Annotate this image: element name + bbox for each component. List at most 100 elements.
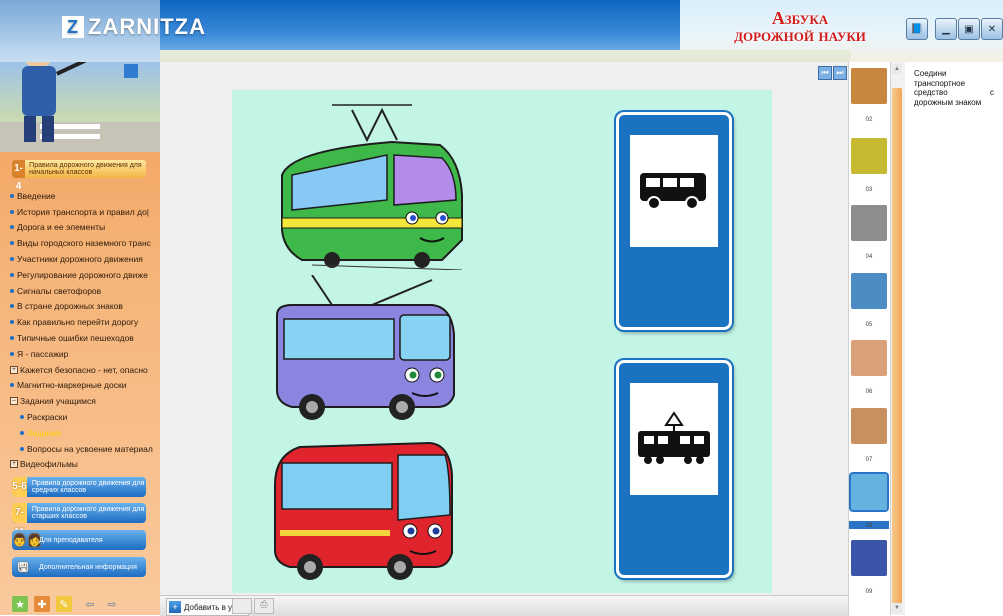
book-icon: 📘 (910, 23, 924, 35)
toolbar-blank-button[interactable] (232, 598, 252, 614)
tram-stop-sign-plate (630, 383, 718, 495)
trolleybus-vehicle[interactable] (272, 275, 472, 425)
book-button[interactable]: 📘 (906, 18, 928, 40)
sidebar-item-label: В стране дорожных знаков (17, 301, 123, 312)
notes-line: Соедини (914, 69, 947, 78)
slide-thumbnail[interactable] (851, 68, 887, 104)
tram-vehicle[interactable] (272, 100, 472, 270)
sidebar-item[interactable]: + Видеофильмы (10, 457, 155, 473)
slide-thumbnail-number: 09 (865, 589, 873, 595)
star-icon: ★ (15, 598, 25, 611)
sidebar-item[interactable]: Введение (10, 188, 155, 204)
maximize-button[interactable]: ▣ (958, 18, 980, 40)
note-icon: ✎ (59, 598, 69, 611)
bullet-icon (20, 430, 24, 435)
slide-thumbnail[interactable] (851, 205, 887, 241)
slide-thumbnail[interactable] (851, 540, 887, 576)
block-label: Правила дорожного движения для средних к… (31, 480, 145, 494)
first-page-button[interactable]: ⏮ (818, 66, 832, 80)
toolbar-print-button[interactable]: ⎙ (254, 598, 274, 614)
maximize-icon: ▣ (964, 23, 974, 35)
last-page-icon: ⏭ (836, 68, 844, 77)
bullet-icon (10, 304, 14, 309)
sidebar-item[interactable]: Типичные ошибки пешеходов (10, 330, 155, 346)
star-button[interactable]: ★ (12, 596, 28, 612)
sidebar-item[interactable]: Дорога и ее элементы (10, 220, 155, 236)
mascot-illustration (0, 36, 160, 152)
slide-thumbnail[interactable] (851, 340, 887, 376)
sidebar-item[interactable]: Вопросы на усвоение материал (10, 441, 155, 457)
slide-thumbnail-number: 08 (865, 523, 873, 529)
app-title: Азбука дорожной науки (690, 9, 910, 44)
bus-stop-sign[interactable] (616, 112, 732, 330)
block-5-6-button[interactable]: 5-6 Правила дорожного движения для средн… (12, 477, 146, 497)
block-7-11-button[interactable]: 7-11 Правила дорожного движения для стар… (12, 503, 146, 538)
minimize-button[interactable]: ▁ (935, 18, 957, 40)
close-button[interactable]: ✕ (981, 18, 1003, 40)
sidebar-item-label: Типичные ошибки пешеходов (17, 333, 134, 344)
sidebar-item[interactable]: В стране дорожных знаков (10, 299, 155, 315)
slide-thumbnail[interactable] (851, 138, 887, 174)
ribbon-icon: ✚ (37, 598, 47, 611)
ribbon-button[interactable]: ✚ (34, 596, 50, 612)
scroll-up-button[interactable]: ▲ (892, 64, 902, 74)
block-num: 5-6 (12, 477, 27, 497)
note-button[interactable]: ✎ (56, 596, 72, 612)
sidebar-item[interactable]: – Задания учащимся (10, 393, 155, 409)
bullet-icon (10, 209, 14, 214)
sidebar-item[interactable]: Регулирование дорожного движе (10, 267, 155, 283)
notes-text: Соедини транспортное средство с дорожным… (914, 69, 994, 107)
notes-panel (905, 62, 1003, 615)
sidebar-item-label: Дорога и ее элементы (17, 222, 106, 233)
bus-vehicle[interactable] (270, 435, 470, 585)
brand-logo-mark: Z (62, 16, 84, 38)
scroll-down-icon: ▼ (894, 605, 900, 611)
notes-line: дорожным знаком (914, 97, 982, 107)
sidebar-item[interactable]: Раскраски (10, 409, 155, 425)
sidebar-item-label: Виды городского наземного транс (17, 238, 151, 249)
bullet-icon (20, 446, 24, 451)
bullet-icon (10, 383, 14, 388)
tram-icon (638, 411, 710, 464)
slide-thumbnail[interactable] (851, 408, 887, 444)
sidebar-item[interactable]: Как правильно перейти дорогу (10, 314, 155, 330)
expand-toggle-icon: + (10, 365, 18, 374)
back-button[interactable]: ⇦ (82, 596, 98, 612)
tram-stop-sign[interactable] (616, 360, 732, 578)
brand-logo: Z ZARNITZA (62, 14, 206, 40)
teacher-button[interactable]: 👨‍👩 Для преподавателя (12, 530, 146, 550)
block-label: Правила дорожного движения для старших к… (31, 506, 145, 520)
forward-arrow-icon: ⇨ (107, 598, 117, 611)
slide-thumbnail[interactable] (851, 273, 887, 309)
block-num: 7-11 (12, 503, 27, 538)
section-badge-1-4[interactable]: 1-4 Правила дорожного движения для начал… (12, 160, 146, 192)
bullet-icon (10, 241, 14, 246)
notes-line: транспортное (914, 78, 966, 88)
sidebar-item[interactable]: Магнитно-маркерные доски (10, 378, 155, 394)
sidebar-item-label: Видеофильмы (20, 459, 78, 470)
sidebar-item-label: Регулирование дорожного движе (17, 269, 148, 280)
scroll-down-button[interactable]: ▼ (892, 603, 902, 613)
sidebar-item[interactable]: Задания (10, 425, 155, 441)
sidebar-item-label: Я - пассажир (17, 348, 69, 359)
forward-button[interactable]: ⇨ (104, 596, 120, 612)
sidebar-item[interactable]: Я - пассажир (10, 346, 155, 362)
bullet-icon (10, 193, 14, 198)
extra-info-button[interactable]: 🖫 Дополнительная информация (12, 557, 146, 577)
first-page-icon: ⏮ (821, 68, 829, 77)
scrollbar-thumb[interactable] (892, 88, 902, 608)
section-badge-label: Правила дорожного движения для начальных… (29, 162, 142, 176)
sidebar-item[interactable]: + Кажется безопасно - нет, опасно (10, 362, 155, 378)
slide-thumbnail[interactable] (849, 472, 889, 512)
sidebar-item[interactable]: Участники дорожного движения (10, 251, 155, 267)
sidebar-item-label: Введение (17, 190, 56, 201)
slide-thumbnail-number: 03 (865, 187, 873, 193)
bullet-icon (10, 336, 14, 341)
last-page-button[interactable]: ⏭ (833, 66, 847, 80)
sidebar-item[interactable]: Виды городского наземного транс (10, 235, 155, 251)
sidebar-item[interactable]: История транспорта и правил до| (10, 204, 155, 220)
bus-icon (640, 173, 706, 210)
slide-thumbnail-number: 06 (865, 389, 873, 395)
sidebar-item-label: Задания учащимся (20, 396, 96, 407)
sidebar-item[interactable]: Сигналы светофоров (10, 283, 155, 299)
